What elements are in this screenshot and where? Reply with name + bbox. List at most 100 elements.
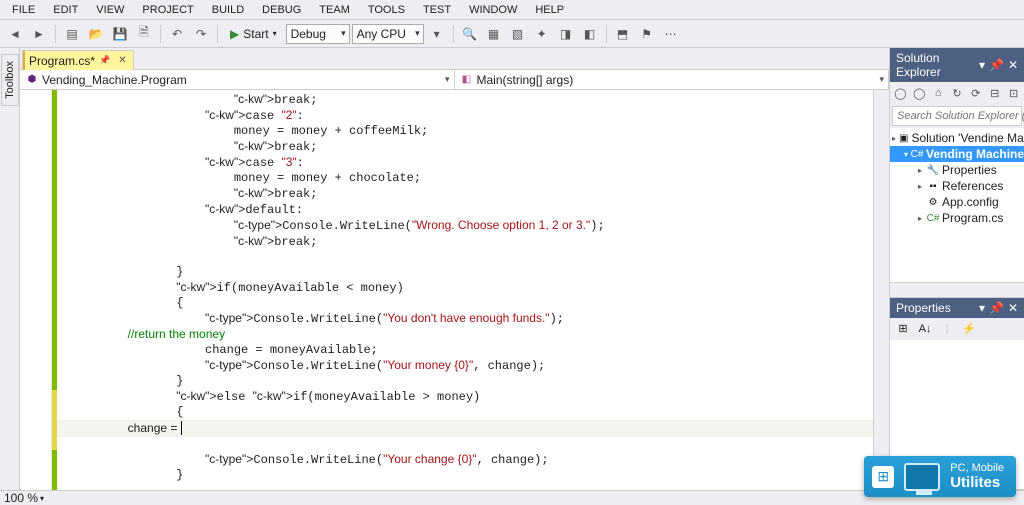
flag-icon[interactable]: ⚑ (636, 23, 658, 45)
solution-tree[interactable]: ▸ ▣ Solution 'Vendine Machine ▾ C# Vendi… (890, 128, 1024, 282)
expander-icon[interactable]: ▸ (916, 166, 924, 175)
close-icon[interactable]: ✕ (1008, 301, 1018, 315)
expander-icon[interactable]: ▸ (916, 214, 924, 223)
solution-explorer-panel: Solution Explorer ▾📌✕ ◯ ◯ ⌂ ↻ ⟳ ⊟ ⊡ 🔍 ▸ … (890, 48, 1024, 298)
class-icon: ⬢ (26, 74, 38, 86)
document-tabs: Program.cs* 📌 ✕ (20, 48, 889, 70)
collapse-icon[interactable]: ⊟ (986, 84, 1003, 102)
pin-icon[interactable]: 📌 (989, 301, 1004, 315)
tree-node-appconfig[interactable]: ⚙ App.config (890, 194, 1024, 210)
badge-line1: PC, Mobile (950, 462, 1004, 474)
dropdown-icon[interactable]: ▾ (979, 58, 985, 72)
home-icon[interactable]: ⌂ (930, 84, 947, 102)
class-combo[interactable]: ⬢ Vending_Machine.Program (20, 70, 455, 89)
chevron-down-icon: ▾ (40, 494, 44, 503)
alpha-icon[interactable]: A↓ (916, 320, 934, 338)
save-all-icon[interactable]: 🗎 (133, 23, 155, 45)
bookmark-icon[interactable]: ✦ (531, 23, 553, 45)
config-icon: ⚙ (927, 196, 939, 208)
document-tab[interactable]: Program.cs* 📌 ✕ (22, 50, 134, 70)
close-icon[interactable]: ✕ (118, 55, 126, 66)
platform-combo[interactable]: Any CPU (352, 24, 424, 44)
menu-build[interactable]: BUILD (204, 2, 252, 18)
chevron-down-icon: ▾ (273, 29, 277, 38)
expander-icon[interactable]: ▸ (916, 182, 924, 191)
comment-icon[interactable]: ▦ (483, 23, 505, 45)
misc-icon[interactable]: ◨ (555, 23, 577, 45)
menu-help[interactable]: HELP (527, 2, 572, 18)
menu-edit[interactable]: EDIT (45, 2, 86, 18)
refresh-icon[interactable]: ⟳ (967, 84, 984, 102)
menu-test[interactable]: TEST (415, 2, 459, 18)
badge-line2: Utilites (950, 475, 1004, 492)
toolbox-label: Toolbox (1, 54, 19, 106)
close-icon[interactable]: ✕ (1008, 58, 1018, 72)
menu-tools[interactable]: TOOLS (360, 2, 413, 18)
solution-search[interactable]: 🔍 (892, 106, 1022, 126)
menu-window[interactable]: WINDOW (461, 2, 525, 18)
menu-project[interactable]: PROJECT (134, 2, 201, 18)
solution-icon: ▣ (899, 132, 908, 144)
menu-bar: FILEEDITVIEWPROJECTBUILDDEBUGTEAMTOOLSTE… (0, 0, 1024, 20)
pin-icon[interactable]: 📌 (989, 58, 1004, 72)
csharp-file-icon: C# (927, 212, 939, 224)
zoom-control[interactable]: 100 % ▾ (4, 491, 44, 505)
toolbar: ◄ ► ▤ 📂 💾 🗎 ↶ ↷ ▶ Start ▾ Debug Any CPU … (0, 20, 1024, 48)
undo-icon[interactable]: ↶ (166, 23, 188, 45)
document-tab-label: Program.cs* (29, 54, 95, 68)
events-icon[interactable]: ⚡ (960, 320, 978, 338)
expander-icon[interactable]: ▾ (904, 150, 908, 159)
nav-back-icon[interactable]: ◄ (4, 23, 26, 45)
solution-node[interactable]: ▸ ▣ Solution 'Vendine Machine (890, 130, 1024, 146)
open-icon[interactable]: 📂 (85, 23, 107, 45)
start-label: Start (243, 27, 268, 41)
navigation-bar: ⬢ Vending_Machine.Program ◧ Main(string[… (20, 70, 889, 90)
code-editor[interactable]: "c-kw">break; "c-kw">case "2": money = m… (20, 90, 889, 490)
back-icon[interactable]: ◯ (892, 84, 909, 102)
showall-icon[interactable]: ⊡ (1005, 84, 1022, 102)
fwd-icon[interactable]: ◯ (911, 84, 928, 102)
start-button[interactable]: ▶ Start ▾ (223, 24, 284, 44)
method-icon: ◧ (461, 74, 473, 86)
wrench-icon: 🔧 (927, 164, 939, 176)
new-project-icon[interactable]: ▤ (61, 23, 83, 45)
dropdown-icon[interactable]: ▾ (426, 23, 448, 45)
menu-team[interactable]: TEAM (311, 2, 358, 18)
menu-view[interactable]: VIEW (88, 2, 132, 18)
editor-area: Program.cs* 📌 ✕ ⬢ Vending_Machine.Progra… (20, 48, 889, 490)
find-icon[interactable]: 🔍 (459, 23, 481, 45)
config-combo[interactable]: Debug (286, 24, 350, 44)
save-icon[interactable]: 💾 (109, 23, 131, 45)
vertical-scrollbar[interactable] (873, 90, 889, 490)
watermark-badge: ⊞ PC, Mobile Utilites (864, 456, 1016, 497)
pin-icon[interactable]: 📌 (99, 55, 110, 66)
monitor-icon (904, 463, 940, 491)
solution-search-input[interactable] (897, 110, 1024, 122)
uncomment-icon[interactable]: ▧ (507, 23, 529, 45)
references-icon: ▪▪ (927, 180, 939, 192)
member-combo[interactable]: ◧ Main(string[] args) (455, 70, 890, 89)
misc2-icon[interactable]: ◧ (579, 23, 601, 45)
right-dock: Solution Explorer ▾📌✕ ◯ ◯ ⌂ ↻ ⟳ ⊟ ⊡ 🔍 ▸ … (889, 48, 1024, 490)
horizontal-scrollbar[interactable] (890, 282, 1024, 297)
redo-icon[interactable]: ↷ (190, 23, 212, 45)
properties-toolbar: ⊞ A↓ | ⚡ (890, 318, 1024, 340)
tree-node-properties[interactable]: ▸ 🔧 Properties (890, 162, 1024, 178)
dropdown-icon[interactable]: ▾ (979, 301, 985, 315)
nav-fwd-icon[interactable]: ► (28, 23, 50, 45)
menu-debug[interactable]: DEBUG (254, 2, 309, 18)
solution-explorer-toolbar: ◯ ◯ ⌂ ↻ ⟳ ⊟ ⊡ (890, 82, 1024, 104)
categorized-icon[interactable]: ⊞ (894, 320, 912, 338)
solution-explorer-title: Solution Explorer ▾📌✕ (890, 48, 1024, 82)
more-icon[interactable]: ⋯ (660, 23, 682, 45)
toolbox-autohide-tab[interactable]: Toolbox (0, 48, 20, 490)
project-node[interactable]: ▾ C# Vending Machine (890, 146, 1024, 162)
step-icon[interactable]: ⬒ (612, 23, 634, 45)
tree-node-references[interactable]: ▸ ▪▪ References (890, 178, 1024, 194)
code-body[interactable]: "c-kw">break; "c-kw">case "2": money = m… (57, 90, 873, 490)
tree-node-programcs[interactable]: ▸ C# Program.cs (890, 210, 1024, 226)
windows-icon: ⊞ (877, 468, 889, 485)
expander-icon[interactable]: ▸ (892, 134, 896, 143)
menu-file[interactable]: FILE (4, 2, 43, 18)
sync-icon[interactable]: ↻ (949, 84, 966, 102)
